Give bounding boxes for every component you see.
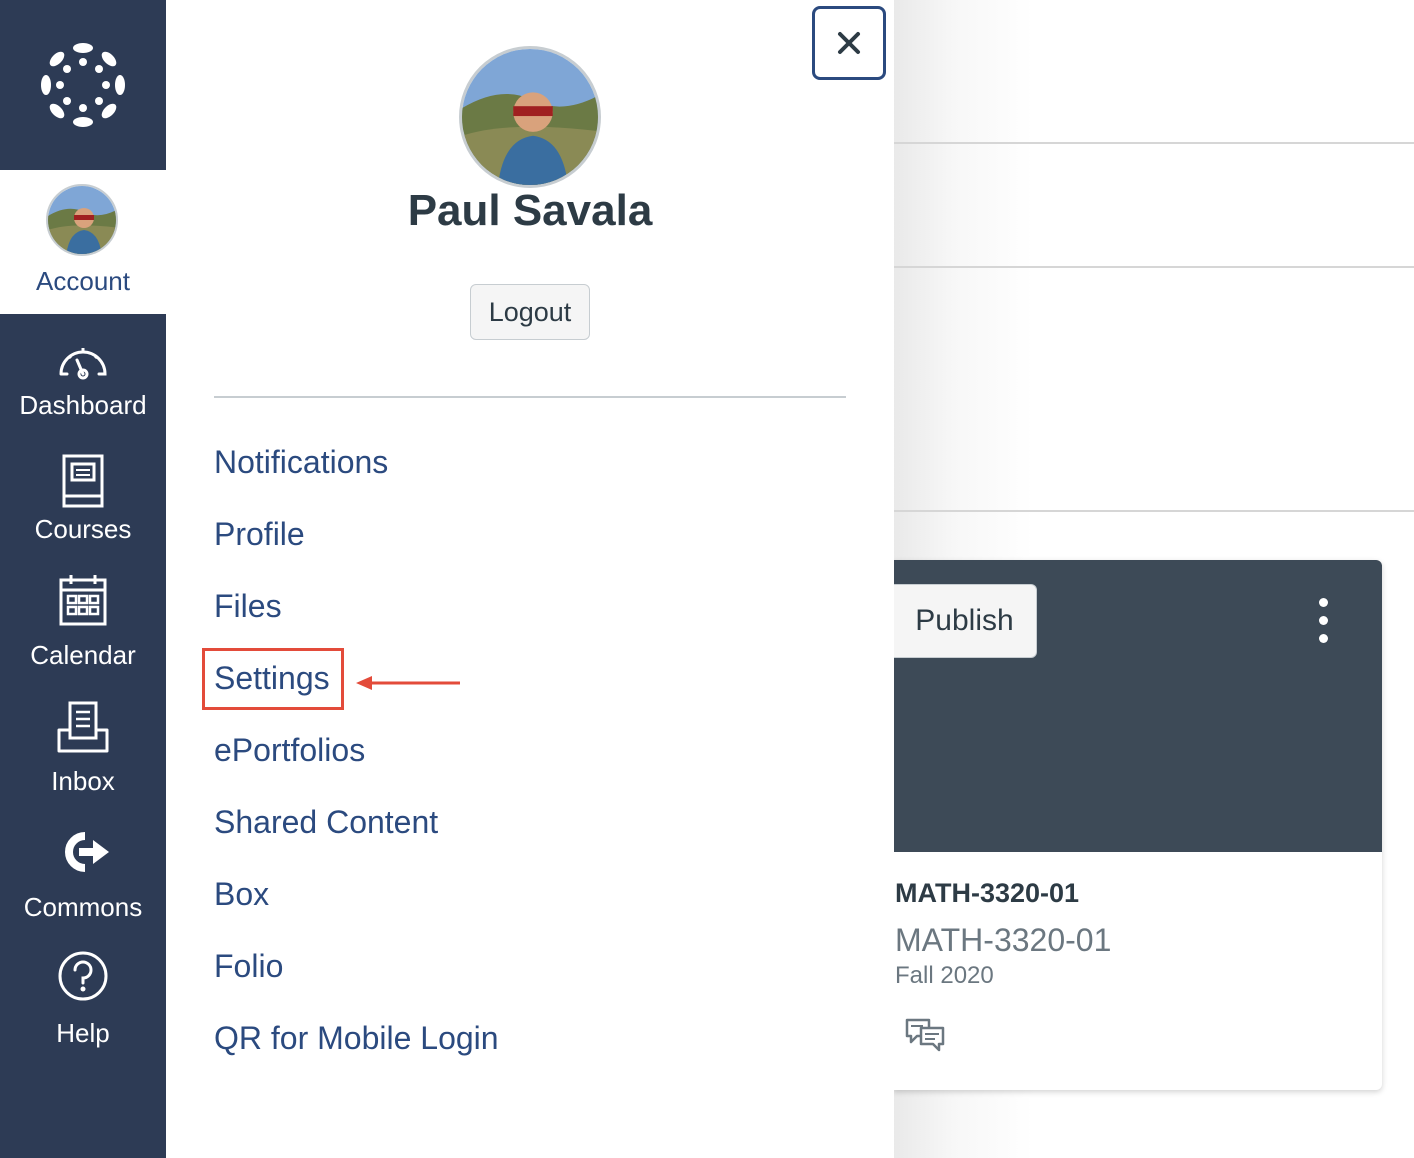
profile-avatar: [459, 46, 601, 188]
account-tray: Paul Savala Logout Notifications Profile…: [166, 0, 894, 1158]
nav-item-label: Calendar: [30, 640, 136, 670]
user-name: Paul Savala: [407, 186, 653, 235]
nav-item-label: Courses: [34, 514, 132, 544]
nav-item-help[interactable]: Help: [0, 948, 166, 1072]
commons-icon: [65, 832, 109, 872]
discussions-icon[interactable]: [905, 1016, 945, 1057]
tray-link-eportfolios[interactable]: ePortfolios: [214, 732, 365, 769]
nav-item-courses[interactable]: Courses: [0, 444, 166, 568]
inbox-icon: [57, 701, 109, 753]
canvas-logo-icon: [41, 43, 125, 127]
settings-highlight-box: [202, 648, 344, 710]
close-icon: [838, 32, 860, 54]
nav-item-calendar[interactable]: Calendar: [0, 570, 166, 694]
divider: [893, 266, 1414, 268]
tray-link-folio[interactable]: Folio: [214, 948, 283, 985]
more-options-icon[interactable]: [1313, 598, 1333, 646]
courses-icon: [62, 454, 104, 508]
close-tray-button[interactable]: [812, 6, 886, 80]
divider: [893, 142, 1414, 144]
course-card-hero[interactable]: Publish: [893, 560, 1382, 852]
nav-item-account[interactable]: Account: [0, 170, 166, 314]
dashboard-icon: [59, 348, 107, 380]
tray-link-files[interactable]: Files: [214, 588, 282, 625]
avatar: [46, 184, 118, 256]
course-card[interactable]: Publish MATH-3320-01 MATH-3320-01 Fall 2…: [893, 560, 1382, 1090]
canvas-logo[interactable]: [0, 0, 166, 170]
nav-item-label: Commons: [23, 892, 143, 922]
nav-item-label: Inbox: [51, 766, 115, 796]
tray-link-box[interactable]: Box: [214, 876, 269, 913]
calendar-icon: [59, 575, 107, 626]
tray-link-profile[interactable]: Profile: [214, 516, 305, 553]
logout-button[interactable]: Logout: [470, 284, 590, 340]
divider: [214, 396, 846, 398]
global-navigation: Account Dashboard Courses Calendar Inbox…: [0, 0, 166, 1158]
nav-item-label: Account: [36, 266, 130, 296]
publish-button[interactable]: Publish: [893, 584, 1037, 658]
course-name: MATH-3320-01: [895, 922, 1112, 958]
divider: [893, 510, 1414, 512]
nav-item-label: Dashboard: [19, 390, 147, 420]
annotation-arrow-icon: [356, 676, 460, 690]
nav-item-dashboard[interactable]: Dashboard: [0, 320, 166, 444]
tray-link-notifications[interactable]: Notifications: [214, 444, 388, 481]
course-code[interactable]: MATH-3320-01: [895, 878, 1079, 909]
nav-item-commons[interactable]: Commons: [0, 822, 166, 946]
tray-link-qr-mobile-login[interactable]: QR for Mobile Login: [214, 1020, 499, 1057]
tray-link-shared-content[interactable]: Shared Content: [214, 804, 438, 841]
nav-item-label: Help: [56, 1018, 110, 1048]
course-term: Fall 2020: [895, 962, 994, 989]
nav-item-inbox[interactable]: Inbox: [0, 696, 166, 820]
help-icon: [58, 951, 108, 1001]
